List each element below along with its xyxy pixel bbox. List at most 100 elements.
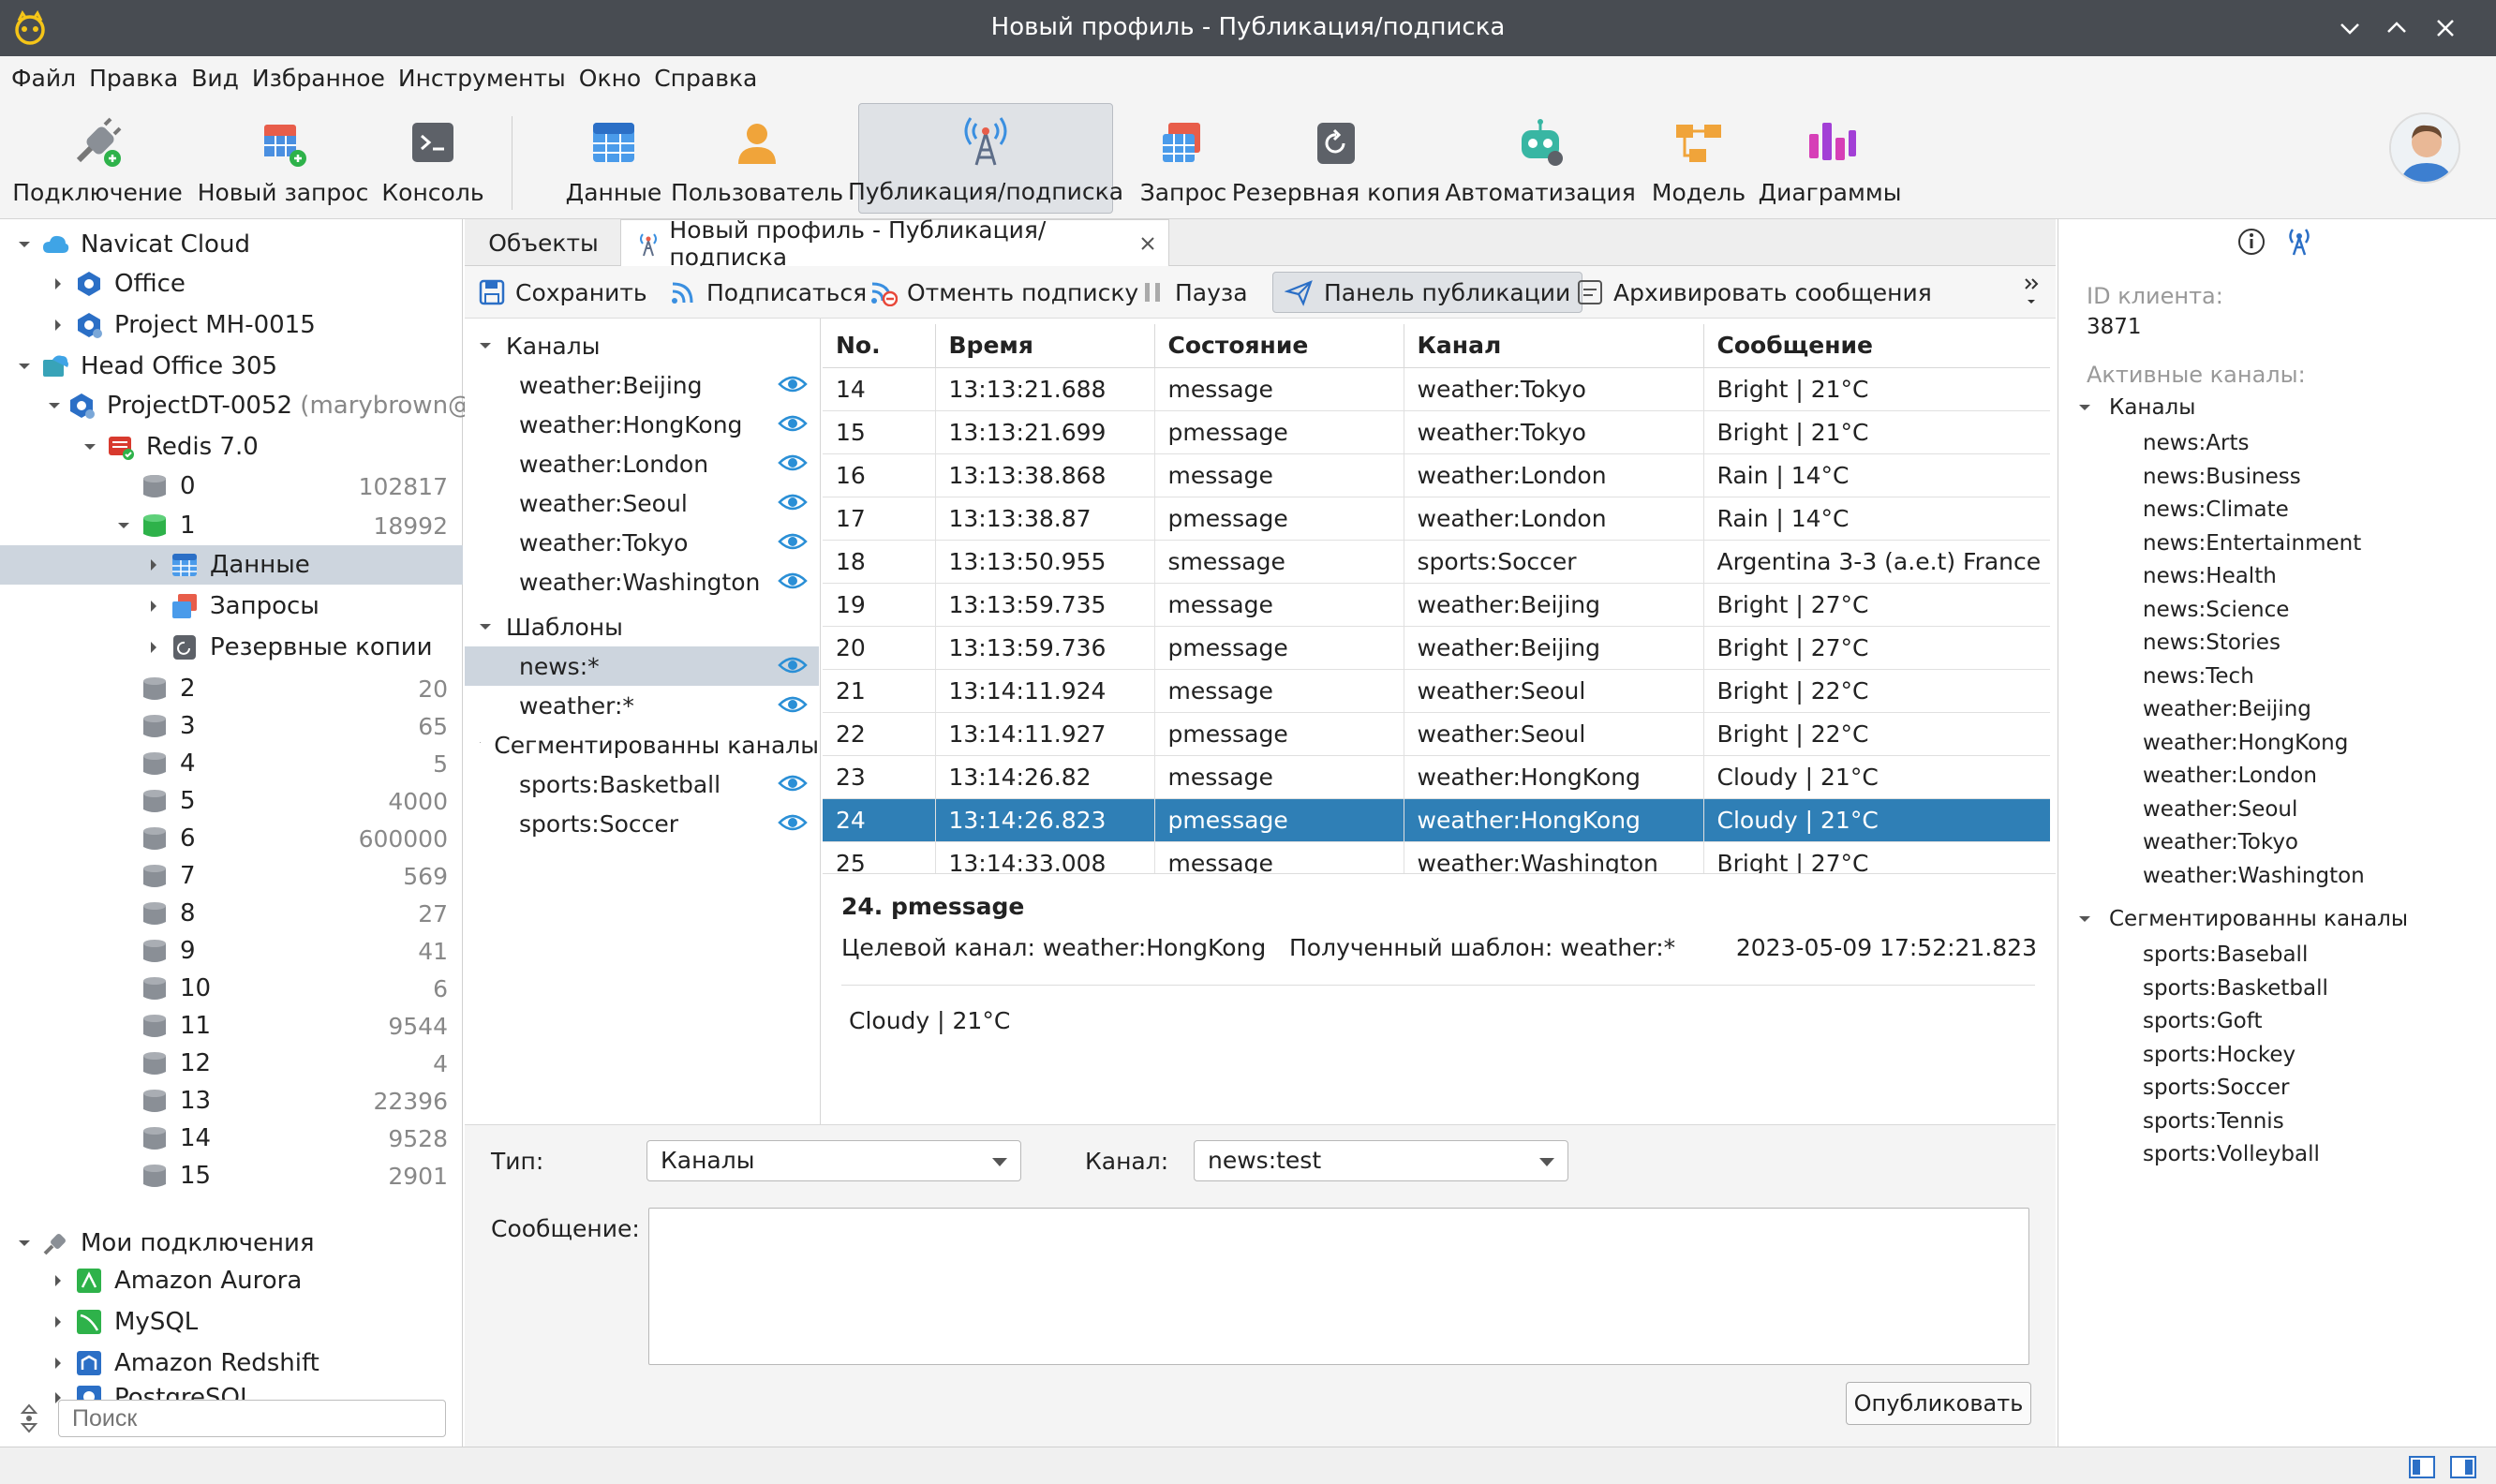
save-button[interactable]: Сохранить: [478, 272, 647, 313]
pause-button[interactable]: Пауза: [1141, 272, 1248, 313]
collapsed-arrow-icon[interactable]: [142, 636, 165, 659]
toolbar-overflow-button[interactable]: [2022, 272, 2050, 313]
table-row[interactable]: 17 13:13:38.87 pmessage weather:London Rain …: [823, 497, 2050, 541]
broadcast-tower-icon[interactable]: [2283, 225, 2315, 257]
tree-db-15[interactable]: 15 2901: [112, 1156, 463, 1195]
expanded-arrow-icon[interactable]: [79, 436, 101, 458]
sharded-group[interactable]: Сегментированны каналы: [465, 725, 819, 764]
tree-navicat-cloud[interactable]: Navicat Cloud: [13, 225, 250, 264]
subscription-item[interactable]: weather:Tokyo: [465, 523, 819, 562]
subscription-item[interactable]: weather:London: [465, 444, 819, 483]
tree-amazon-aurora[interactable]: Amazon Aurora: [47, 1261, 302, 1300]
close-button[interactable]: [2429, 11, 2462, 45]
tree-my-connections[interactable]: Мои подключения: [13, 1224, 315, 1263]
unsubscribe-button[interactable]: Отменть подписку: [869, 272, 1138, 313]
expanded-arrow-icon[interactable]: [13, 233, 36, 256]
right-panel-toggle-icon[interactable]: [2449, 1455, 2477, 1479]
tab-objects[interactable]: Объекты: [467, 219, 620, 266]
tree-db-13[interactable]: 13 22396: [112, 1081, 463, 1120]
avatar[interactable]: [2389, 112, 2460, 184]
tree-db-5[interactable]: 5 4000: [112, 781, 463, 821]
tree-amazon-redshift[interactable]: Amazon Redshift: [47, 1343, 319, 1383]
model-button[interactable]: Модель: [1649, 103, 1748, 214]
tree-db-14[interactable]: 14 9528: [112, 1119, 463, 1158]
tree-project-dt[interactable]: ProjectDT-0052 (marybrown@g: [47, 386, 488, 425]
table-row[interactable]: 19 13:13:59.735 message weather:Beijing Brig…: [823, 583, 2050, 627]
collapsed-arrow-icon[interactable]: [142, 595, 165, 617]
collapsed-arrow-icon[interactable]: [47, 1311, 69, 1333]
table-row[interactable]: 20 13:13:59.736 pmessage weather:Beijing Bri…: [823, 626, 2050, 670]
subscription-item[interactable]: weather:Seoul: [465, 483, 819, 523]
charts-button[interactable]: Диаграммы: [1759, 103, 1901, 214]
expanded-arrow-icon[interactable]: [478, 619, 493, 634]
tree-mysql[interactable]: MySQL: [47, 1302, 198, 1342]
subscription-item[interactable]: weather:Beijing: [465, 365, 819, 405]
search-input[interactable]: [58, 1400, 446, 1437]
eye-icon[interactable]: [778, 654, 808, 682]
menu-view[interactable]: Вид: [191, 65, 239, 92]
tree-db-12[interactable]: 12 4: [112, 1044, 463, 1083]
table-row[interactable]: 18 13:13:50.955 smessage sports:Soccer Argen…: [823, 540, 2050, 584]
expanded-arrow-icon[interactable]: [112, 514, 135, 537]
expanded-arrow-icon[interactable]: [478, 737, 482, 752]
eye-icon[interactable]: [778, 811, 808, 839]
eye-icon[interactable]: [778, 530, 808, 558]
expanded-arrow-icon[interactable]: [478, 338, 493, 353]
subscription-item[interactable]: sports:Soccer: [465, 804, 819, 843]
eye-icon[interactable]: [778, 491, 808, 519]
close-tab-icon[interactable]: [1138, 234, 1155, 253]
tree-data[interactable]: Данные: [0, 545, 463, 585]
publish-panel-button[interactable]: Панель публикации: [1272, 272, 1583, 313]
channel-select[interactable]: news:test: [1194, 1140, 1568, 1181]
menu-edit[interactable]: Правка: [89, 65, 178, 92]
column-header[interactable]: Сообщение: [1703, 324, 2050, 368]
info-icon[interactable]: [2236, 227, 2266, 257]
tree-db-11[interactable]: 11 9544: [112, 1006, 463, 1046]
right-sharded-group[interactable]: Сегментированны каналы: [2077, 907, 2408, 931]
eye-icon[interactable]: [778, 772, 808, 800]
subscription-item[interactable]: sports:Basketball: [465, 764, 819, 804]
tree-project-mh[interactable]: Project MH-0015: [47, 305, 316, 345]
expanded-arrow-icon[interactable]: [2077, 912, 2092, 927]
message-textarea[interactable]: [648, 1208, 2029, 1365]
column-header[interactable]: Состояние: [1154, 324, 1404, 368]
table-row[interactable]: 24 13:14:26.823 pmessage weather:HongKong Cl…: [823, 798, 2050, 842]
tree-backups[interactable]: Резервные копии: [142, 628, 433, 667]
collapsed-arrow-icon[interactable]: [47, 314, 69, 336]
new-query-button[interactable]: Новый запрос: [198, 103, 368, 214]
menu-tools[interactable]: Инструменты: [398, 65, 566, 92]
tree-db-3[interactable]: 3 65: [112, 706, 463, 746]
table-row[interactable]: 25 13:14:33.008 message weather:Washington B…: [823, 841, 2050, 873]
backup-button[interactable]: Резервная копия: [1232, 103, 1440, 214]
publish-button[interactable]: Опубликовать: [1846, 1382, 2031, 1425]
subscription-item[interactable]: weather:HongKong: [465, 405, 819, 444]
expanded-arrow-icon[interactable]: [13, 1232, 36, 1254]
type-select[interactable]: Каналы: [646, 1140, 1021, 1181]
menu-window[interactable]: Окно: [579, 65, 641, 92]
pubsub-button[interactable]: Публикация/подписка: [848, 103, 1123, 214]
table-row[interactable]: 21 13:14:11.924 message weather:Seoul Bright…: [823, 669, 2050, 713]
subscribe-button[interactable]: Подписаться: [669, 272, 867, 313]
eye-icon[interactable]: [778, 452, 808, 480]
channels-group[interactable]: Каналы: [465, 326, 819, 365]
automation-button[interactable]: Автоматизация: [1445, 103, 1636, 214]
collapsed-arrow-icon[interactable]: [47, 1269, 69, 1292]
expanded-arrow-icon[interactable]: [2077, 400, 2092, 415]
tree-db-2[interactable]: 2 20: [112, 669, 463, 708]
eye-icon[interactable]: [778, 412, 808, 440]
maximize-button[interactable]: [2380, 11, 2414, 45]
tree-db-0[interactable]: 0 102817: [112, 467, 463, 506]
patterns-group[interactable]: Шаблоны: [465, 607, 819, 646]
table-row[interactable]: 23 13:14:26.82 message weather:HongKong Clou…: [823, 755, 2050, 799]
tree-db-9[interactable]: 9 41: [112, 931, 463, 971]
tree-db-7[interactable]: 7 569: [112, 856, 463, 896]
table-row[interactable]: 14 13:13:21.688 message weather:Tokyo Bright…: [823, 367, 2050, 411]
minimize-button[interactable]: [2333, 11, 2367, 45]
tree-queries[interactable]: Запросы: [142, 586, 319, 626]
subscription-item[interactable]: weather:Washington: [465, 562, 819, 601]
connection-button[interactable]: Подключение: [12, 103, 183, 214]
tree-head-office[interactable]: Head Office 305: [13, 347, 277, 386]
table-row[interactable]: 22 13:14:11.927 pmessage weather:Seoul Brigh…: [823, 712, 2050, 756]
archive-messages-button[interactable]: Архивировать сообщения: [1576, 272, 1932, 313]
column-header[interactable]: Канал: [1404, 324, 1704, 368]
